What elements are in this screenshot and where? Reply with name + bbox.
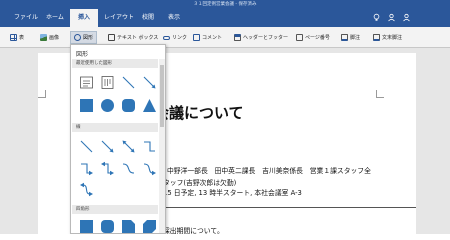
footnote-button[interactable]: 脚注 — [341, 32, 360, 43]
tab-home[interactable]: ホーム — [46, 9, 70, 27]
page-number-icon — [296, 34, 303, 41]
curved-connector-icon[interactable] — [121, 161, 136, 176]
document-heading[interactable]: 会議について — [154, 102, 244, 123]
table-button[interactable]: 表 — [10, 32, 24, 43]
document-line[interactable]: 中野洋一部長 田中英二課長 吉川美奈係長 営業１課スタッフ全 — [167, 165, 371, 175]
double-arrow-line-icon[interactable] — [121, 139, 136, 154]
line-icon[interactable] — [79, 139, 94, 154]
footnote-button-label: 脚注 — [350, 35, 361, 41]
comment-button-label: コメント — [202, 35, 223, 41]
snip-diagonal-rectangle-icon[interactable] — [142, 219, 157, 233]
person-icon[interactable] — [387, 13, 396, 22]
arrow-line-icon[interactable] — [142, 75, 157, 90]
margin-marker — [376, 90, 384, 98]
ribbon-tab-bar: ファイル ホーム 挿入 レイアウト 校閲 表示 — [0, 9, 450, 27]
document-title: ３１回定例営業会議 - 保存済み — [193, 2, 257, 7]
endnote-button-label: 文末脚注 — [382, 35, 403, 41]
snip-corner-rectangle-icon[interactable] — [121, 219, 136, 233]
title-bar: ３１回定例営業会議 - 保存済み — [0, 0, 450, 9]
textbox-shape-icon[interactable] — [79, 75, 94, 90]
table-button-label: 表 — [19, 35, 25, 41]
endnote-button[interactable]: 文末脚注 — [373, 32, 402, 43]
document-line[interactable]: タッフ(吉野次郎は欠勤) — [163, 177, 236, 187]
document-line[interactable]: 15 日予定, 13 時半スタート, 本社会議室 A-3 — [163, 187, 302, 197]
picture-button[interactable]: 画像 — [40, 32, 59, 43]
tab-view[interactable]: 表示 — [168, 9, 188, 27]
lines-section-header: 線 — [72, 123, 158, 132]
lightbulb-icon[interactable] — [372, 13, 381, 22]
textbox-button[interactable]: テキスト ボックス — [108, 32, 158, 43]
dropdown-scrollbar[interactable] — [159, 59, 165, 233]
link-button[interactable]: リンク — [163, 32, 187, 43]
textbox-button-label: テキスト ボックス — [117, 35, 159, 41]
vertical-textbox-shape-icon[interactable] — [100, 75, 115, 90]
rectangle-icon[interactable] — [79, 219, 94, 233]
footnote-icon — [341, 34, 348, 41]
comment-button[interactable]: コメント — [193, 32, 222, 43]
margin-marker — [38, 90, 46, 98]
header-footer-icon — [234, 34, 241, 41]
triangle-shape-icon[interactable] — [142, 98, 157, 113]
textbox-icon — [108, 34, 115, 41]
rectangles-section-header: 四角形 — [72, 205, 158, 214]
rectangle-shape-icon[interactable] — [79, 98, 94, 113]
picture-button-label: 画像 — [49, 35, 60, 41]
tab-layout[interactable]: レイアウト — [104, 9, 136, 27]
curved-double-arrow-connector-icon[interactable] — [79, 182, 94, 197]
comment-icon — [193, 34, 200, 41]
picture-icon — [40, 34, 47, 41]
tab-file[interactable]: ファイル — [14, 9, 40, 27]
straight-line-icon[interactable] — [121, 75, 136, 90]
user-account-icon[interactable] — [402, 13, 411, 22]
document-rule — [154, 207, 416, 208]
rounded-rectangle-shape-icon[interactable] — [121, 98, 136, 113]
shapes-button[interactable]: 図形 — [69, 31, 98, 44]
link-button-label: リンク — [172, 35, 188, 41]
curved-arrow-connector-icon[interactable] — [142, 161, 157, 176]
tab-insert[interactable]: 挿入 — [70, 9, 98, 27]
oval-shape-icon[interactable] — [100, 98, 115, 113]
shapes-icon — [74, 34, 81, 41]
shapes-button-label: 図形 — [83, 35, 94, 41]
document-canvas[interactable]: 会議について 中野洋一部長 田中英二課長 吉川美奈係長 営業１課スタッフ全 タッ… — [0, 48, 450, 234]
word-app-window: ３１回定例営業会議 - 保存済み ファイル ホーム 挿入 レイアウト 校閲 表示… — [0, 0, 450, 234]
page-number-button[interactable]: ページ番号 — [296, 32, 330, 43]
tab-review[interactable]: 校閲 — [142, 9, 162, 27]
page-number-button-label: ページ番号 — [305, 35, 330, 41]
header-footer-button-label: ヘッダーとフッター — [243, 35, 289, 41]
shapes-gallery-dropdown: 図形 最近使用した図形 線 四角形 — [70, 44, 166, 234]
recent-shapes-header: 最近使用した図形 — [72, 59, 158, 68]
link-icon — [163, 35, 170, 40]
elbow-arrow-connector-icon[interactable] — [79, 161, 94, 176]
insert-ribbon: 表 画像 図形 テキスト ボックス リンク コメント ヘッダーとフッター ページ… — [0, 27, 450, 48]
document-line[interactable]: 採出期間について。 — [163, 225, 224, 234]
scrollbar-thumb[interactable] — [160, 65, 164, 127]
line-arrow-icon[interactable] — [100, 139, 115, 154]
table-icon — [10, 34, 17, 41]
endnote-icon — [373, 34, 380, 41]
elbow-double-arrow-connector-icon[interactable] — [100, 161, 115, 176]
elbow-connector-icon[interactable] — [142, 139, 157, 154]
rounded-rectangle-icon[interactable] — [100, 219, 115, 233]
shapes-gallery-title: 図形 — [76, 51, 89, 58]
header-footer-button[interactable]: ヘッダーとフッター — [234, 32, 288, 43]
